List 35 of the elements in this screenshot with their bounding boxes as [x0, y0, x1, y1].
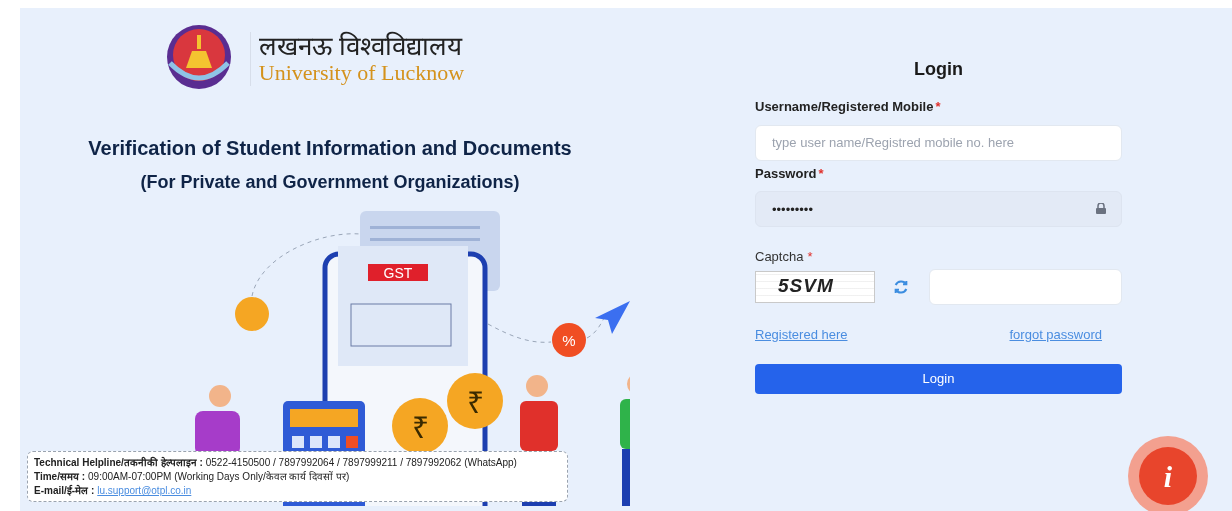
- register-link[interactable]: Registered here: [755, 324, 848, 344]
- captcha-label: Captcha *: [755, 248, 814, 266]
- coin-drawing: [447, 373, 503, 429]
- lock-icon: [1096, 203, 1106, 214]
- captcha-input-field[interactable]: [929, 268, 1122, 305]
- info-button[interactable]: i: [1128, 436, 1208, 511]
- page-headline: Verification of Student Information and Documents: [88, 136, 572, 161]
- gst-text: GST: [383, 265, 413, 281]
- dashed-curve: [586, 317, 605, 339]
- helpline-label: E-mail/ई-मेल :: [34, 484, 95, 497]
- rupee-symbol: ₹: [411, 411, 429, 444]
- university-hindi-name: लखनऊ विश्वविद्यालय: [258, 32, 464, 60]
- helpline-value: 09:00AM-07:00PM (Working Days Only/केवल कार्य दिवसों पर): [88, 470, 350, 483]
- page-subheadline: (For Private and Government Organizations): [140, 171, 520, 194]
- captcha-image: 5SVM: [755, 270, 875, 303]
- dashed-curve: [487, 323, 552, 343]
- refresh-icon[interactable]: [892, 277, 910, 296]
- helpline-label: Time/समय :: [34, 470, 86, 483]
- helpline-value: 0522-4150500 / 7897992064 / 7897999211 / 7897992062 (WhatsApp): [205, 456, 517, 469]
- password-field[interactable]: •••••••••: [755, 191, 1122, 227]
- field-label: Password*: [755, 164, 825, 183]
- university-name: University of Lucknow: [258, 60, 465, 86]
- forgot-password-link[interactable]: forgot password: [1009, 324, 1102, 344]
- login-title: Login: [914, 58, 963, 81]
- email-link[interactable]: lu.support@otpl.co.in: [97, 484, 192, 497]
- field-label: Username/Registered Mobile*: [755, 98, 942, 116]
- paper-plane-icon: [595, 301, 630, 334]
- gst-label: [368, 264, 428, 281]
- login-button[interactable]: Login: [755, 364, 1122, 394]
- helpline-label: Technical Helpline/तकनीकी हेल्पलाइन :: [34, 456, 203, 469]
- percent-text: %: [562, 332, 576, 349]
- username-field[interactable]: type user name/Registred mobile no. here: [755, 124, 1122, 161]
- coin-drawing: [392, 398, 448, 454]
- rupee-symbol: ₹: [466, 386, 484, 419]
- percent-badge: [552, 323, 586, 357]
